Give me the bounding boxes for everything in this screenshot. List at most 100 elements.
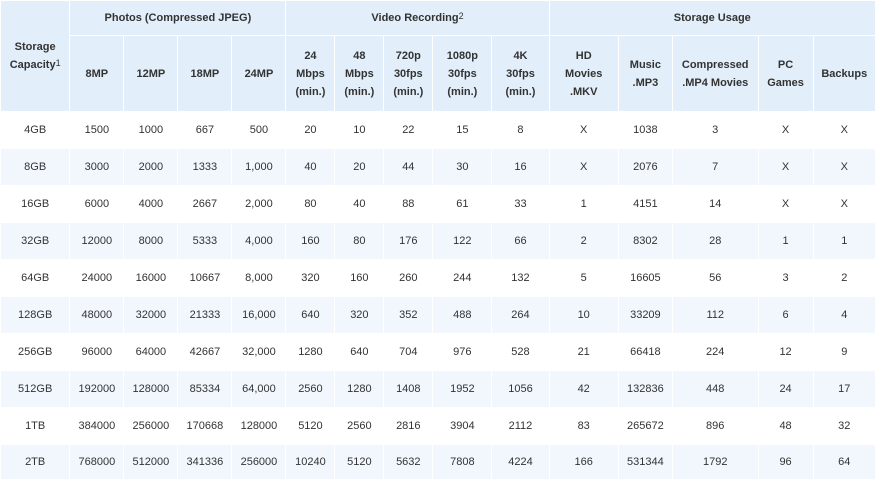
- table-row: 16GB 6000 4000 2667 2,000 80 40 88 61 33 1 4151 14 X X: [0, 185, 876, 223]
- value-cell: 4000: [123, 185, 179, 223]
- table-row: 2TB 768000 512000 341336 256000 10240 5120 5632…: [0, 444, 876, 480]
- header-line: 24: [304, 49, 317, 62]
- value-cell: 170668: [177, 407, 233, 445]
- video-group-header: Video Recording2: [285, 0, 550, 36]
- capacity-cell: 2TB: [0, 444, 71, 480]
- value-cell: 48: [757, 407, 814, 445]
- header-line: Music: [629, 58, 661, 71]
- usage-col-header: HD Movies .MKV: [548, 35, 619, 112]
- value-cell: 160: [334, 259, 385, 297]
- value-cell: 256000: [231, 444, 287, 480]
- value-cell: 85334: [177, 370, 233, 408]
- storage-capacity-table: Storage Capacity1 Photos (Compressed JPE…: [0, 0, 876, 480]
- header-line: (min.): [393, 85, 424, 98]
- table-row: 4GB 1500 1000 667 500 20 10 22 15 8 X 1038 3 X X: [0, 111, 876, 149]
- value-cell: X: [757, 148, 814, 186]
- value-cell: 66: [491, 222, 550, 260]
- value-cell: 1280: [285, 333, 336, 371]
- value-cell: 160: [285, 222, 336, 260]
- value-cell: 30: [432, 148, 493, 186]
- value-cell: 5333: [177, 222, 233, 260]
- value-cell: 16000: [123, 259, 179, 297]
- value-cell: 112: [671, 296, 759, 334]
- usage-col-header: Music .MP3: [617, 35, 673, 112]
- value-cell: 640: [334, 333, 385, 371]
- video-col-header: 48 Mbps (min.): [334, 35, 385, 112]
- value-cell: 192000: [69, 370, 125, 408]
- value-cell: 22: [383, 111, 434, 149]
- value-cell: 528: [491, 333, 550, 371]
- photos-col-header: 24MP: [231, 35, 287, 112]
- value-cell: 531344: [617, 444, 673, 480]
- header-line: 30fps: [506, 67, 535, 80]
- usage-group-header: Storage Usage: [548, 0, 876, 36]
- value-cell: 3904: [432, 407, 493, 445]
- capacity-cell: 512GB: [0, 370, 71, 408]
- value-cell: X: [812, 185, 876, 223]
- capacity-cell: 64GB: [0, 259, 71, 297]
- value-cell: 10667: [177, 259, 233, 297]
- photos-col-header: 8MP: [69, 35, 125, 112]
- value-cell: 28: [671, 222, 759, 260]
- value-cell: 1: [757, 222, 814, 260]
- value-cell: 122: [432, 222, 493, 260]
- value-cell: 8000: [123, 222, 179, 260]
- capacity-cell: 32GB: [0, 222, 71, 260]
- value-cell: 5120: [334, 444, 385, 480]
- value-cell: 224: [671, 333, 759, 371]
- header-line: PC: [777, 58, 794, 71]
- header-line: 1080p: [446, 49, 478, 62]
- table-row: 64GB 24000 16000 10667 8,000 320 160 260 244 132 5…: [0, 259, 876, 297]
- value-cell: 66418: [617, 333, 673, 371]
- value-cell: 80: [334, 222, 385, 260]
- value-cell: 20: [334, 148, 385, 186]
- value-cell: 320: [334, 296, 385, 334]
- capacity-cell: 4GB: [0, 111, 71, 149]
- value-cell: 10240: [285, 444, 336, 480]
- value-cell: 512000: [123, 444, 179, 480]
- value-cell: 44: [383, 148, 434, 186]
- value-cell: 3000: [69, 148, 125, 186]
- value-cell: 61: [432, 185, 493, 223]
- value-cell: 24: [757, 370, 814, 408]
- value-cell: 4224: [491, 444, 550, 480]
- value-cell: 17: [812, 370, 876, 408]
- photos-group-header: Photos (Compressed JPEG): [69, 0, 287, 36]
- value-cell: 14: [671, 185, 759, 223]
- value-cell: 264: [491, 296, 550, 334]
- video-col-header: 720p 30fps (min.): [383, 35, 434, 112]
- header-line: HD: [575, 49, 592, 62]
- storage-capacity-header: Storage Capacity1: [0, 0, 71, 112]
- value-cell: 132: [491, 259, 550, 297]
- value-cell: 2: [812, 259, 876, 297]
- value-cell: 500: [231, 111, 287, 149]
- video-col-header: 1080p 30fps (min.): [432, 35, 493, 112]
- header-line: .MP4 Movies: [682, 76, 749, 89]
- table-row: 256GB 96000 64000 42667 32,000 1280 640 704 976 5…: [0, 333, 876, 371]
- header-line: Mbps: [296, 67, 325, 80]
- value-cell: X: [757, 185, 814, 223]
- usage-col-header: Compressed .MP4 Movies: [671, 35, 759, 112]
- value-cell: 42667: [177, 333, 233, 371]
- value-cell: 7808: [432, 444, 493, 480]
- value-cell: 64,000: [231, 370, 287, 408]
- capacity-cell: 128GB: [0, 296, 71, 334]
- value-cell: 132836: [617, 370, 673, 408]
- header-line: 720p: [395, 49, 421, 62]
- value-cell: 2: [548, 222, 619, 260]
- value-cell: 3: [757, 259, 814, 297]
- value-cell: 15: [432, 111, 493, 149]
- storage-capacity-label: Storage Capacity: [9, 41, 56, 71]
- value-cell: 704: [383, 333, 434, 371]
- value-cell: 260: [383, 259, 434, 297]
- value-cell: 33: [491, 185, 550, 223]
- value-cell: 12000: [69, 222, 125, 260]
- photos-col-header: 18MP: [177, 35, 233, 112]
- value-cell: 48000: [69, 296, 125, 334]
- value-cell: 21: [548, 333, 619, 371]
- value-cell: 256000: [123, 407, 179, 445]
- value-cell: 2560: [334, 407, 385, 445]
- value-cell: 9: [812, 333, 876, 371]
- value-cell: 6: [757, 296, 814, 334]
- value-cell: X: [757, 111, 814, 149]
